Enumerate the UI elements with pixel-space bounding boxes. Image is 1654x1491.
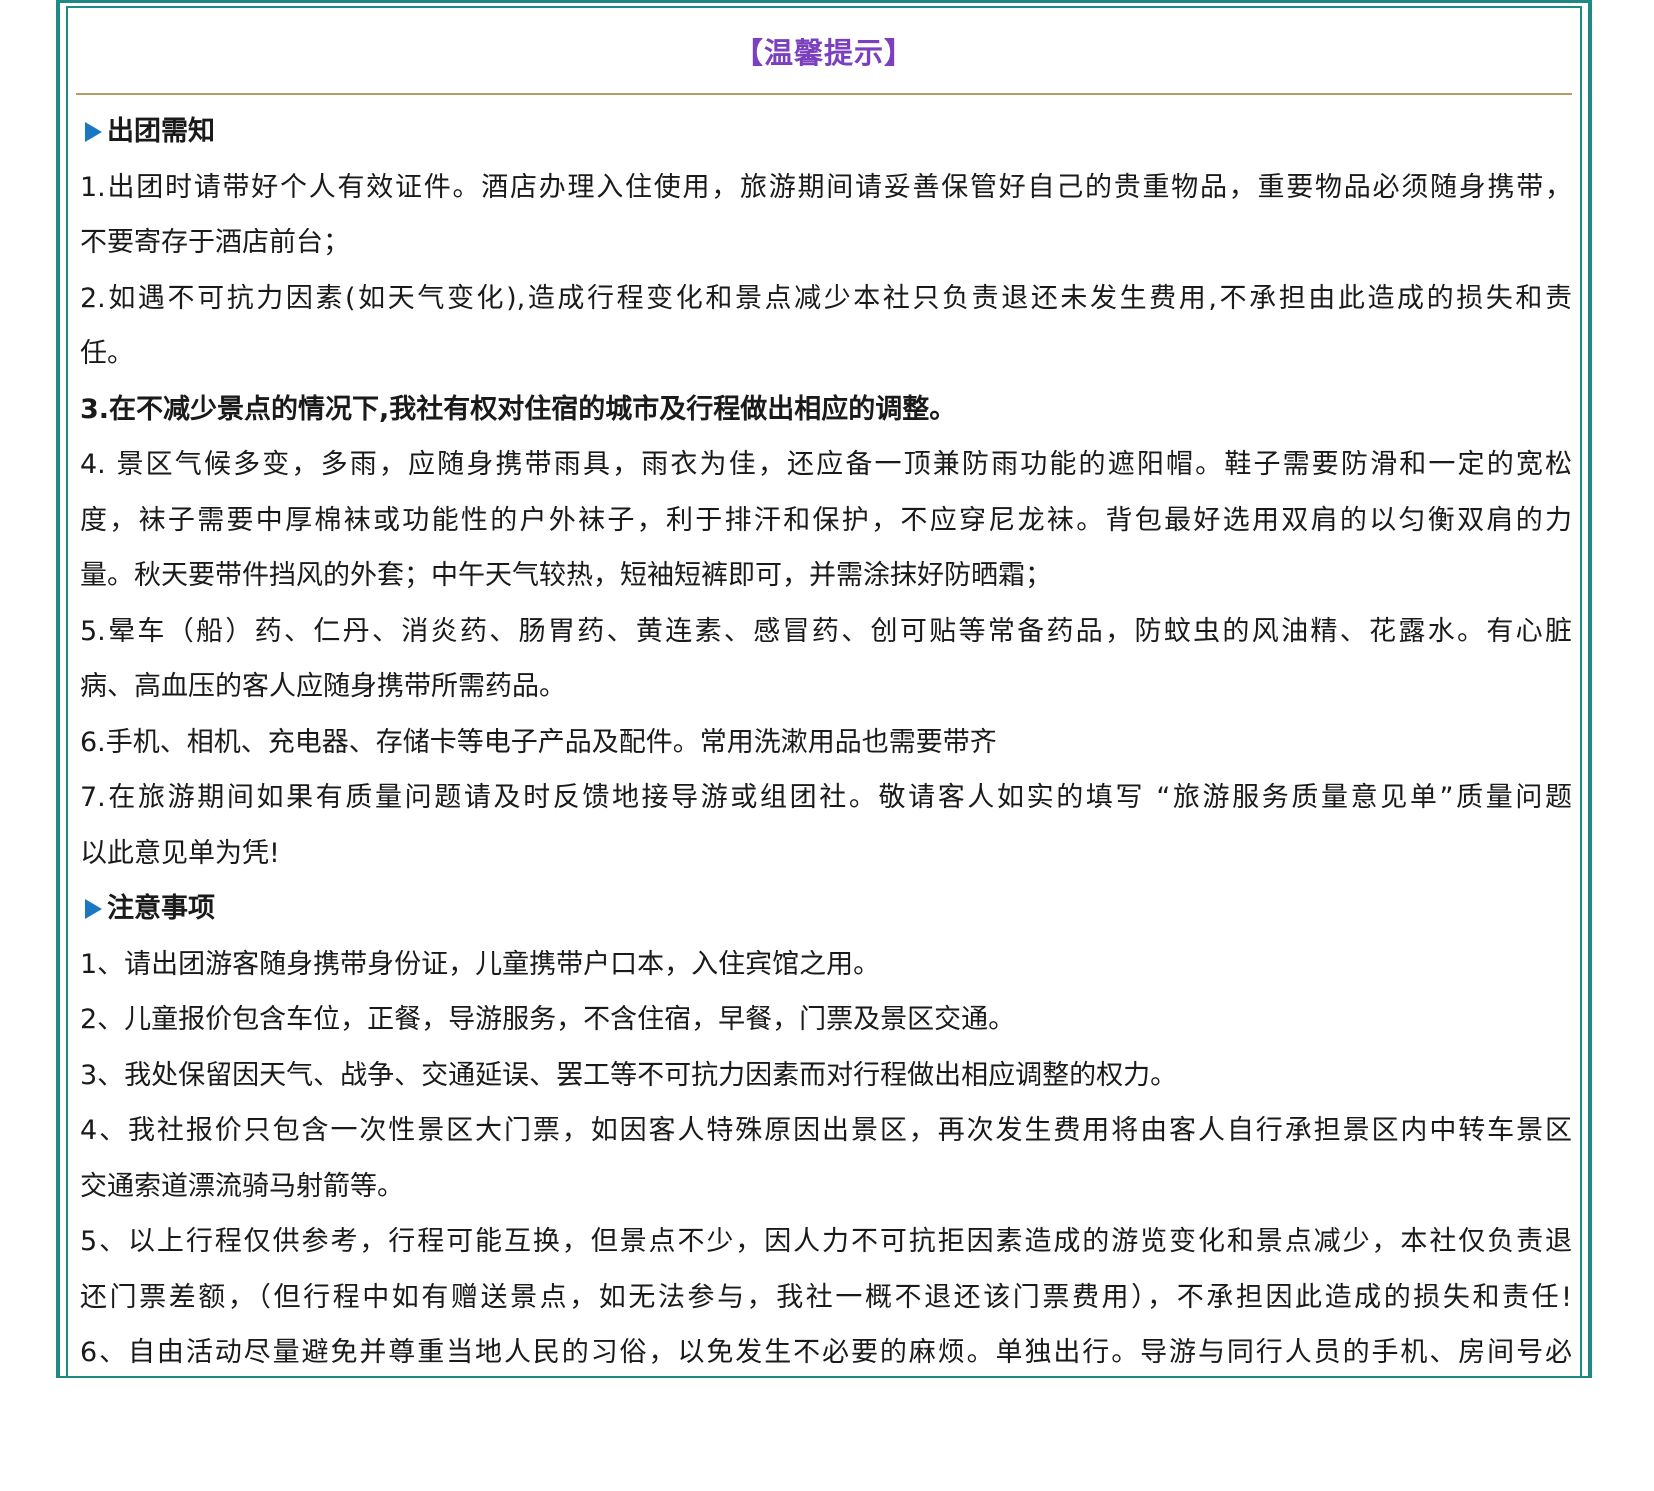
notice-line: 6.手机、相机、充电器、存储卡等电子产品及配件。常用洗漱用品也需要带齐 [80, 726, 997, 758]
notice-line: 1.出团时请带好个人有效证件。酒店办理入住使用，旅游期间请妥善保管好自己的贵重物… [80, 171, 1572, 203]
top-inner-border [66, 6, 1582, 8]
notice-line: 6、自由活动尽量避免并尊重当地人民的习俗，以免发生不必要的麻烦。单独出行。导游与… [80, 1337, 1572, 1368]
notice-line: 2.如遇不可抗力因素(如天气变化),造成行程变化和景点减少本社只负责退还未发生费… [80, 282, 1572, 314]
notice-line: 以此意见单为凭! [80, 837, 280, 869]
section-heading-precautions: 注意事项 [80, 881, 1572, 937]
notice-line: 3、我处保留因天气、战争、交通延误、罢工等不可抗力因素而对行程做出相应调整的权力… [80, 1059, 1178, 1091]
notice-line: 1、请出团游客随身携带身份证，儿童携带户口本，入住宾馆之用。 [80, 948, 881, 980]
panel-title: 【温馨提示】 [733, 36, 914, 70]
notice-line: 交通索道漂流骑马射箭等。 [80, 1170, 404, 1202]
top-border [60, 0, 1588, 3]
notice-line: 5.晕车（船）药、仁丹、消炎药、肠胃药、黄连素、感冒药、创可贴等常备药品，防蚊虫… [80, 615, 1572, 647]
notice-line: 病、高血压的客人应随身携带所需药品。 [80, 671, 566, 702]
notice-line: 2、儿童报价包含车位，正餐，导游服务，不含住宿，早餐，门票及景区交通。 [80, 1004, 1016, 1035]
left-inner-border [66, 6, 68, 1376]
notice-line: 7.在旅游期间如果有质量问题请及时反馈地接导游或组团社。敬请客人如实的填写 “旅… [80, 782, 1572, 813]
notice-content: 出团需知 1.出团时请带好个人有效证件。酒店办理入住使用，旅游期间请妥善保管好自… [80, 104, 1572, 1376]
notice-line: 不要寄存于酒店前台； [80, 227, 350, 258]
notice-panel: 【温馨提示】 出团需知 1.出团时请带好个人有效证件。酒店办理入住使用，旅游期间… [56, 0, 1592, 1378]
title-divider [76, 93, 1572, 95]
triangle-bullet-icon [85, 122, 102, 142]
right-inner-border [1580, 6, 1582, 1376]
notice-line: 任。 [80, 338, 134, 369]
section-heading-departure: 出团需知 [80, 104, 1572, 160]
notice-line-emphasis: 3.在不减少景点的情况下,我社有权对住宿的城市及行程做出相应的调整。 [80, 393, 957, 425]
notice-line: 度，袜子需要中厚棉袜或功能性的户外袜子，利于排汗和保护，不应穿尼龙袜。背包最好选… [80, 504, 1572, 536]
notice-line: 4. 景区气候多变，多雨，应随身携带雨具，雨衣为佳，还应备一顶兼防雨功能的遮阳帽… [80, 449, 1572, 480]
notice-line: 5、以上行程仅供参考，行程可能互换，但景点不少，因人力不可抗拒因素造成的游览变化… [80, 1226, 1572, 1257]
notice-line: 4、我社报价只包含一次性景区大门票，如因客人特殊原因出景区，再次发生费用将由客人… [80, 1115, 1572, 1146]
notice-line: 还门票差额，（但行程中如有赠送景点，如无法参与，我社一概不退还该门票费用），不承… [80, 1281, 1572, 1313]
triangle-bullet-icon [85, 899, 102, 919]
notice-line: 量。秋天要带件挡风的外套；中午天气较热，短袖短裤即可，并需涂抹好防晒霜； [80, 560, 1052, 591]
